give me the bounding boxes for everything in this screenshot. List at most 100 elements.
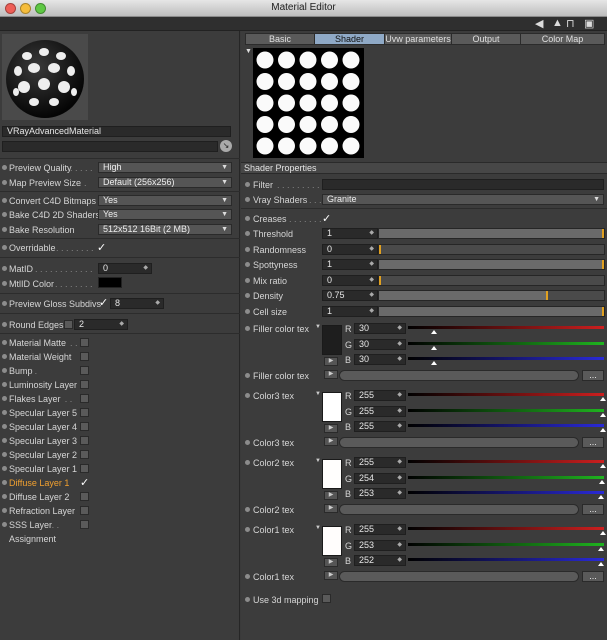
color2-tex-g-gradient[interactable] <box>408 475 604 479</box>
spinner-icon[interactable]: ◆ <box>397 525 402 534</box>
layer-checkbox[interactable] <box>80 352 89 361</box>
layer-item-specular-layer-4[interactable]: Specular Layer 4 <box>9 422 77 432</box>
color2-tex-texture-path[interactable] <box>339 504 579 515</box>
color1-tex-r-field[interactable]: 255 ◆ <box>354 524 406 535</box>
layer-item-diffuse-layer-2[interactable]: Diffuse Layer 2 <box>9 492 69 502</box>
expand-button[interactable]: ▶ <box>324 370 338 379</box>
color3-tex-g-field[interactable]: 255 ◆ <box>354 405 406 417</box>
overridable-checkbox[interactable]: ✓ <box>97 241 106 254</box>
color3-tex-g-gradient[interactable] <box>408 408 604 412</box>
spottyness-slider[interactable] <box>378 259 605 270</box>
channel-slider-handle[interactable] <box>599 479 606 484</box>
filler-color-tex-g-gradient[interactable] <box>408 341 604 345</box>
layer-item-specular-layer-2[interactable]: Specular Layer 2 <box>9 450 77 460</box>
spinner-icon[interactable]: ◆ <box>397 556 402 565</box>
threshold-slider[interactable] <box>378 228 605 239</box>
density-slider[interactable] <box>378 290 605 301</box>
tab-uvw-parameters[interactable]: Uvw parameters <box>384 33 452 45</box>
layer-checkbox[interactable] <box>80 436 89 445</box>
slider-handle[interactable] <box>602 229 604 238</box>
randomness-field[interactable]: 0 ◆ <box>322 243 378 255</box>
creases-checkbox[interactable]: ✓ <box>322 212 331 225</box>
spinner-icon[interactable]: ◆ <box>369 229 374 238</box>
layer-item-specular-layer-5[interactable]: Specular Layer 5 <box>9 408 77 418</box>
color3-tex-b-gradient[interactable] <box>408 424 604 427</box>
spinner-icon[interactable]: ◆ <box>397 422 402 431</box>
collapse-arrow-icon[interactable]: ▼ <box>315 324 321 330</box>
expand-button[interactable]: ▶ <box>324 571 338 580</box>
preview-gloss-subdivs-field[interactable]: 8 ◆ <box>110 298 164 309</box>
filler-color-tex-r-field[interactable]: 30 ◆ <box>354 323 406 334</box>
spinner-icon[interactable]: ◆ <box>119 320 124 329</box>
expand-button[interactable]: ▶ <box>324 357 338 366</box>
spinner-icon[interactable]: ◆ <box>397 458 402 467</box>
expand-button[interactable]: ▶ <box>324 491 338 500</box>
color1-tex-texture-path[interactable] <box>339 571 579 582</box>
cell-size-field[interactable]: 1 ◆ <box>322 305 378 317</box>
channel-slider-handle[interactable] <box>431 345 438 350</box>
threshold-field[interactable]: 1 ◆ <box>322 228 378 239</box>
layer-item-specular-layer-1[interactable]: Specular Layer 1 <box>9 464 77 474</box>
filler-color-tex-b-field[interactable]: 30 ◆ <box>354 354 406 365</box>
color1-tex-r-gradient[interactable] <box>408 527 604 530</box>
expand-button[interactable]: ▶ <box>324 558 338 567</box>
channel-slider-handle[interactable] <box>600 412 606 417</box>
slider-handle[interactable] <box>602 306 604 316</box>
matid-field[interactable]: 0 ◆ <box>98 263 152 274</box>
color1-tex-swatch[interactable] <box>322 526 342 556</box>
vray-shaders-dropdown[interactable]: Granite ▼ <box>322 194 604 205</box>
map-preview-size-dropdown[interactable]: Default (256x256) ▼ <box>98 177 232 188</box>
tab-basic[interactable]: Basic <box>245 33 315 45</box>
arrow-up-icon[interactable]: ▲ <box>552 17 563 29</box>
channel-slider-handle[interactable] <box>598 546 605 551</box>
arrow-back-icon[interactable]: ◀ <box>535 17 543 30</box>
filler-color-tex-texture-path[interactable] <box>339 370 579 381</box>
color3-tex-browse-button[interactable]: ... <box>582 437 604 448</box>
mix-ratio-slider[interactable] <box>378 274 605 286</box>
randomness-slider[interactable] <box>378 243 605 255</box>
channel-slider-handle[interactable] <box>600 428 606 432</box>
spinner-icon[interactable]: ◆ <box>397 541 402 550</box>
layer-item-flakes-layer[interactable]: Flakes Layer <box>9 394 61 404</box>
spottyness-field[interactable]: 1 ◆ <box>322 259 378 270</box>
color2-tex-swatch[interactable] <box>322 459 342 489</box>
tab-color-map[interactable]: Color Map <box>520 33 605 45</box>
layer-item-sss-layer[interactable]: SSS Layer <box>9 520 52 530</box>
color3-tex-b-field[interactable]: 255 ◆ <box>354 421 406 432</box>
spinner-icon[interactable]: ◆ <box>397 355 402 364</box>
color3-tex-swatch[interactable] <box>322 392 342 422</box>
lock-icon[interactable]: ⊓ <box>566 17 575 30</box>
material-path-field[interactable] <box>2 141 218 152</box>
round-edges-checkbox[interactable] <box>64 320 73 329</box>
expand-button[interactable]: ▶ <box>324 437 338 446</box>
color1-tex-g-field[interactable]: 253 ◆ <box>354 539 406 551</box>
channel-slider-handle[interactable] <box>597 562 604 566</box>
color2-tex-b-field[interactable]: 253 ◆ <box>354 488 406 499</box>
cell-size-slider[interactable] <box>378 305 605 317</box>
bake-resolution-dropdown[interactable]: 512x512 16Bit (2 MB) ▼ <box>98 224 232 235</box>
color1-tex-b-field[interactable]: 252 ◆ <box>354 555 406 566</box>
mix-ratio-field[interactable]: 0 ◆ <box>322 274 378 286</box>
color1-tex-b-gradient[interactable] <box>408 558 604 561</box>
spinner-icon[interactable]: ◆ <box>397 340 402 349</box>
mtlid-color-swatch[interactable] <box>98 277 122 288</box>
layer-checkbox[interactable] <box>80 464 89 473</box>
layer-checkbox[interactable] <box>80 520 89 529</box>
layer-item-specular-layer-3[interactable]: Specular Layer 3 <box>9 436 77 446</box>
color2-tex-r-field[interactable]: 255 ◆ <box>354 457 406 468</box>
spinner-icon[interactable]: ◆ <box>369 307 374 316</box>
collapse-arrow-icon[interactable]: ▼ <box>315 525 321 531</box>
tab-output[interactable]: Output <box>451 33 521 45</box>
layer-item-material-matte[interactable]: Material Matte <box>9 338 66 348</box>
filler-color-tex-r-gradient[interactable] <box>408 326 604 329</box>
spinner-icon[interactable]: ◆ <box>369 245 374 254</box>
collapse-arrow-icon[interactable]: ▼ <box>245 48 252 55</box>
layer-checkbox[interactable] <box>80 422 89 431</box>
density-field[interactable]: 0.75 ◆ <box>322 290 378 301</box>
layer-checkbox[interactable] <box>80 380 89 389</box>
color2-tex-r-gradient[interactable] <box>408 460 604 463</box>
tab-shader[interactable]: Shader <box>314 33 385 45</box>
slider-handle[interactable] <box>602 260 604 269</box>
slider-handle[interactable] <box>379 244 381 254</box>
preview-quality-dropdown[interactable]: High ▼ <box>98 162 232 173</box>
